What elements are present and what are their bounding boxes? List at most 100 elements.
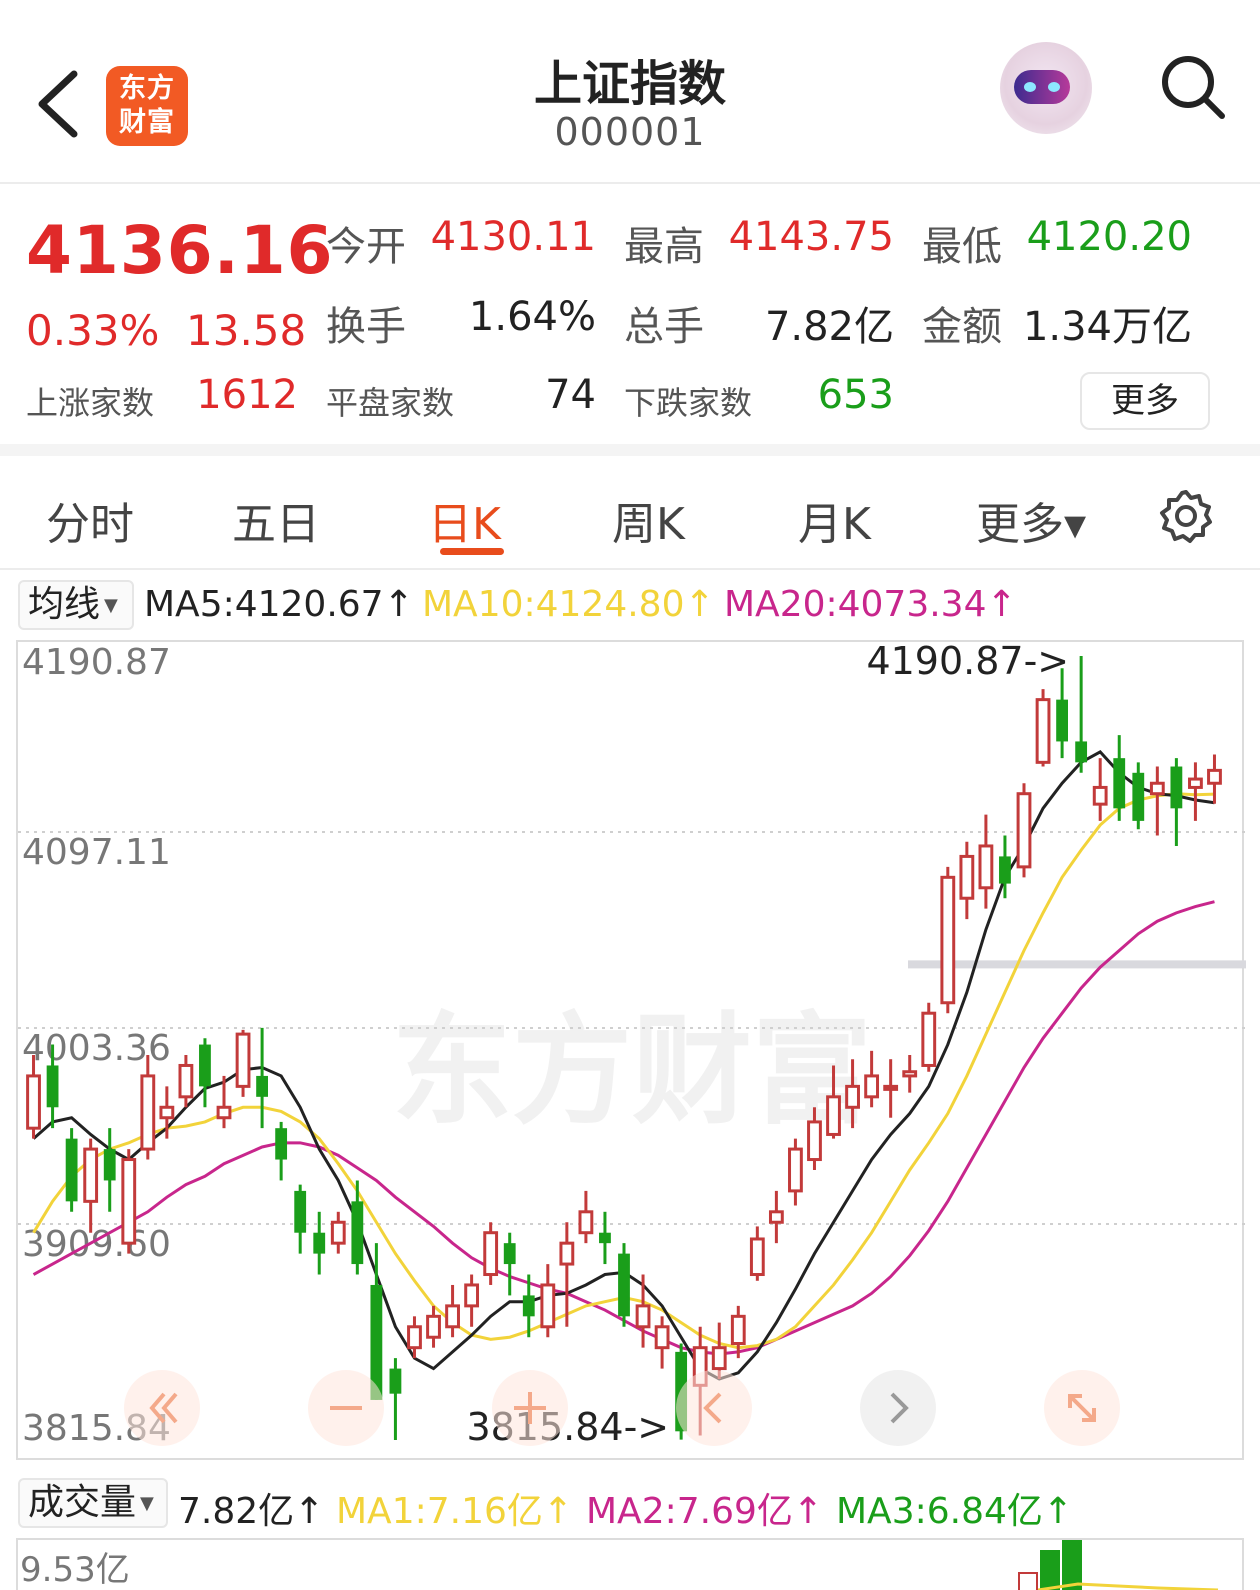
candle-body — [788, 1147, 803, 1193]
candle-body — [275, 1128, 288, 1160]
low-value: 4120.20 — [1026, 214, 1192, 260]
ma5-value: MA5:4120.67↑ — [144, 584, 414, 625]
kline-chart[interactable]: 东方财富 4190.87 4097.11 4003.36 3909.60 3815.84 4… — [16, 640, 1246, 1460]
ma-legend: 均线 ▼ MA5:4120.67↑ MA10:4124.80↑ MA20:4073… — [18, 580, 1258, 630]
candle-body — [216, 1105, 232, 1120]
candle-body — [711, 1346, 727, 1371]
advancers-value: 1612 — [196, 372, 298, 418]
volume-value: 7.82亿 — [764, 304, 894, 350]
candle-body — [999, 856, 1011, 884]
volume-indicator-selector[interactable]: 成交量 ▼ — [18, 1478, 168, 1528]
zoom-in-button[interactable] — [492, 1370, 568, 1446]
volume-legend: 成交量 ▼ 7.82亿↑ MA1:7.16亿↑ MA2:7.69亿↑ MA3:6.… — [18, 1478, 1258, 1532]
step-right-button[interactable] — [860, 1370, 936, 1446]
candle-body — [826, 1095, 841, 1136]
candle-body — [1016, 792, 1032, 869]
candle-body — [864, 1074, 880, 1099]
quote-panel: 4136.16 0.33% 13.58 今开 4130.11 最高 4143.7… — [0, 186, 1260, 456]
tab-monthly-k[interactable]: 月K — [798, 488, 871, 552]
candle-body — [921, 1011, 937, 1067]
high-label: 最高 — [624, 224, 704, 270]
candle-body — [845, 1084, 860, 1109]
period-tabs: 分时 五日 日K 周K 月K 更多▾ — [0, 458, 1260, 570]
low-label: 最低 — [922, 224, 1002, 270]
candle-body — [1188, 777, 1203, 789]
unchanged-value: 74 — [545, 372, 596, 418]
volume-ma1: MA1:7.16亿↑ — [336, 1491, 574, 1532]
high-value: 4143.75 — [728, 214, 894, 260]
turnover-value: 1.64% — [468, 294, 596, 340]
candle-body — [235, 1032, 251, 1088]
candle-body — [1170, 766, 1183, 809]
candle-body — [768, 1210, 784, 1224]
candle-body — [1092, 785, 1108, 806]
search-icon[interactable] — [1158, 52, 1228, 122]
candle-body — [1075, 741, 1088, 763]
volume-ma-line — [1038, 1582, 1219, 1590]
candle-body — [654, 1325, 670, 1350]
candle-body — [389, 1368, 402, 1394]
amount-label: 金额 — [922, 304, 1002, 350]
candle-body — [256, 1075, 268, 1097]
decliners-label: 下跌家数 — [624, 384, 753, 422]
candle-body — [1113, 758, 1126, 809]
volume-chart[interactable]: 9.53亿 — [16, 1538, 1244, 1590]
volume-ma2: MA2:7.69亿↑ — [586, 1491, 824, 1532]
candle-body — [902, 1070, 918, 1078]
y-tick-label: 3909.60 — [22, 1224, 171, 1265]
candle-body — [426, 1314, 441, 1339]
candle-body — [522, 1295, 535, 1317]
open-value: 4130.11 — [430, 214, 596, 260]
candle-body — [978, 844, 994, 890]
candle-body — [46, 1065, 59, 1108]
candle-body — [407, 1325, 422, 1350]
more-quote-button[interactable]: 更多 — [1080, 372, 1210, 430]
candle-body — [1149, 781, 1165, 796]
candle-body — [351, 1201, 364, 1265]
tab-more[interactable]: 更多▾ — [976, 488, 1086, 552]
change-amount: 13.58 — [186, 306, 307, 355]
indicator-selector[interactable]: 均线 ▼ — [18, 580, 134, 630]
turnover-label: 换手 — [326, 304, 406, 350]
y-tick-label: 4190.87 — [22, 642, 171, 683]
candle-body — [807, 1120, 822, 1162]
candle-body — [65, 1138, 78, 1202]
unchanged-label: 平盘家数 — [326, 384, 455, 422]
advancers-label: 上涨家数 — [26, 384, 155, 422]
open-label: 今开 — [326, 224, 406, 270]
candle-body — [559, 1241, 575, 1266]
candle-body — [103, 1149, 116, 1181]
candle-body — [730, 1314, 746, 1346]
tab-intraday[interactable]: 分时 — [46, 488, 134, 552]
candle-body — [121, 1158, 137, 1245]
y-tick-label: 4097.11 — [22, 832, 171, 873]
candle-body — [959, 854, 975, 900]
candle-body — [749, 1237, 765, 1277]
price-reference-band — [908, 960, 1246, 969]
fullscreen-button[interactable] — [1044, 1370, 1120, 1446]
candle-body — [294, 1190, 307, 1233]
settings-gear-icon[interactable] — [1158, 488, 1214, 544]
watermark: 东方财富 — [392, 1002, 872, 1141]
candle-body — [83, 1147, 99, 1203]
scroll-left-button[interactable] — [124, 1370, 200, 1446]
assistant-robot-icon[interactable] — [1000, 42, 1092, 134]
candle-body — [464, 1283, 480, 1308]
step-left-button[interactable] — [676, 1370, 752, 1446]
current-price: 4136.16 — [26, 212, 334, 289]
volume-bar — [1018, 1572, 1038, 1590]
change-percent: 0.33% — [26, 306, 160, 355]
tab-daily-k[interactable]: 日K — [428, 488, 501, 552]
candle-body — [883, 1084, 899, 1091]
candle-body — [1132, 772, 1145, 821]
candle-body — [1207, 768, 1222, 785]
tab-weekly-k[interactable]: 周K — [612, 488, 685, 552]
candle-body — [199, 1044, 211, 1087]
tab-five-day[interactable]: 五日 — [232, 488, 320, 552]
zoom-out-button[interactable] — [308, 1370, 384, 1446]
app-header: 东方 财富 上证指数 000001 — [0, 0, 1260, 184]
candle-body — [445, 1304, 460, 1329]
amount-value: 1.34万亿 — [1022, 304, 1192, 350]
candle-body — [483, 1231, 499, 1277]
volume-axis-max: 9.53亿 — [20, 1550, 130, 1590]
